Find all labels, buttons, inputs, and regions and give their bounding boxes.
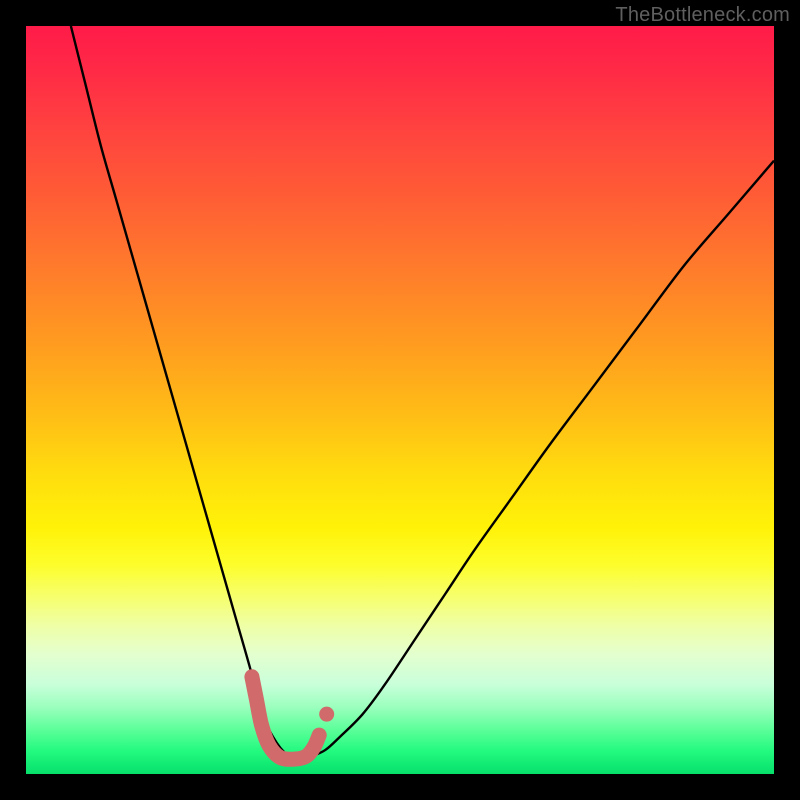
watermark-text: TheBottleneck.com (615, 4, 790, 27)
bottleneck-curve-path (71, 26, 774, 759)
curve-layer (26, 26, 774, 774)
chart-frame: TheBottleneck.com (0, 0, 800, 800)
plot-area (26, 26, 774, 774)
optimal-band-path (252, 677, 319, 760)
optimal-band-extra-dot (319, 707, 334, 722)
